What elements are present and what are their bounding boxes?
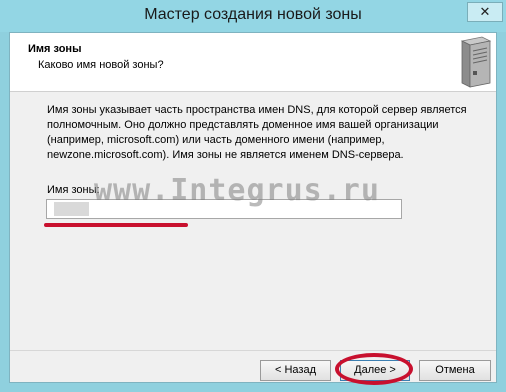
- wizard-header: Имя зоны Каково имя новой зоны?: [10, 33, 496, 92]
- window-title: Мастер создания новой зоны: [144, 6, 362, 23]
- close-button[interactable]: ✕: [467, 2, 503, 22]
- page-subtitle: Каково имя новой зоны?: [38, 59, 164, 71]
- zone-name-label: Имя зоны:: [47, 184, 100, 196]
- title-bar: Мастер создания новой зоны ✕: [0, 0, 506, 32]
- annotation-underline: [44, 223, 188, 227]
- footer-divider: [10, 350, 496, 351]
- redacted-text-block: [54, 202, 89, 216]
- wizard-window: Мастер создания новой зоны ✕ Имя зоны Ка…: [0, 0, 506, 392]
- server-icon: [460, 36, 492, 88]
- next-button[interactable]: Далее >: [340, 360, 410, 381]
- description-text: Имя зоны указывает часть пространства им…: [47, 104, 467, 161]
- cancel-button[interactable]: Отмена: [419, 360, 491, 381]
- watermark-text: www.Integrus.ru: [94, 173, 380, 208]
- wizard-client-area: Имя зоны Каково имя новой зоны? Имя зоны…: [9, 32, 497, 385]
- back-button[interactable]: < Назад: [260, 360, 331, 381]
- page-title: Имя зоны: [28, 43, 82, 55]
